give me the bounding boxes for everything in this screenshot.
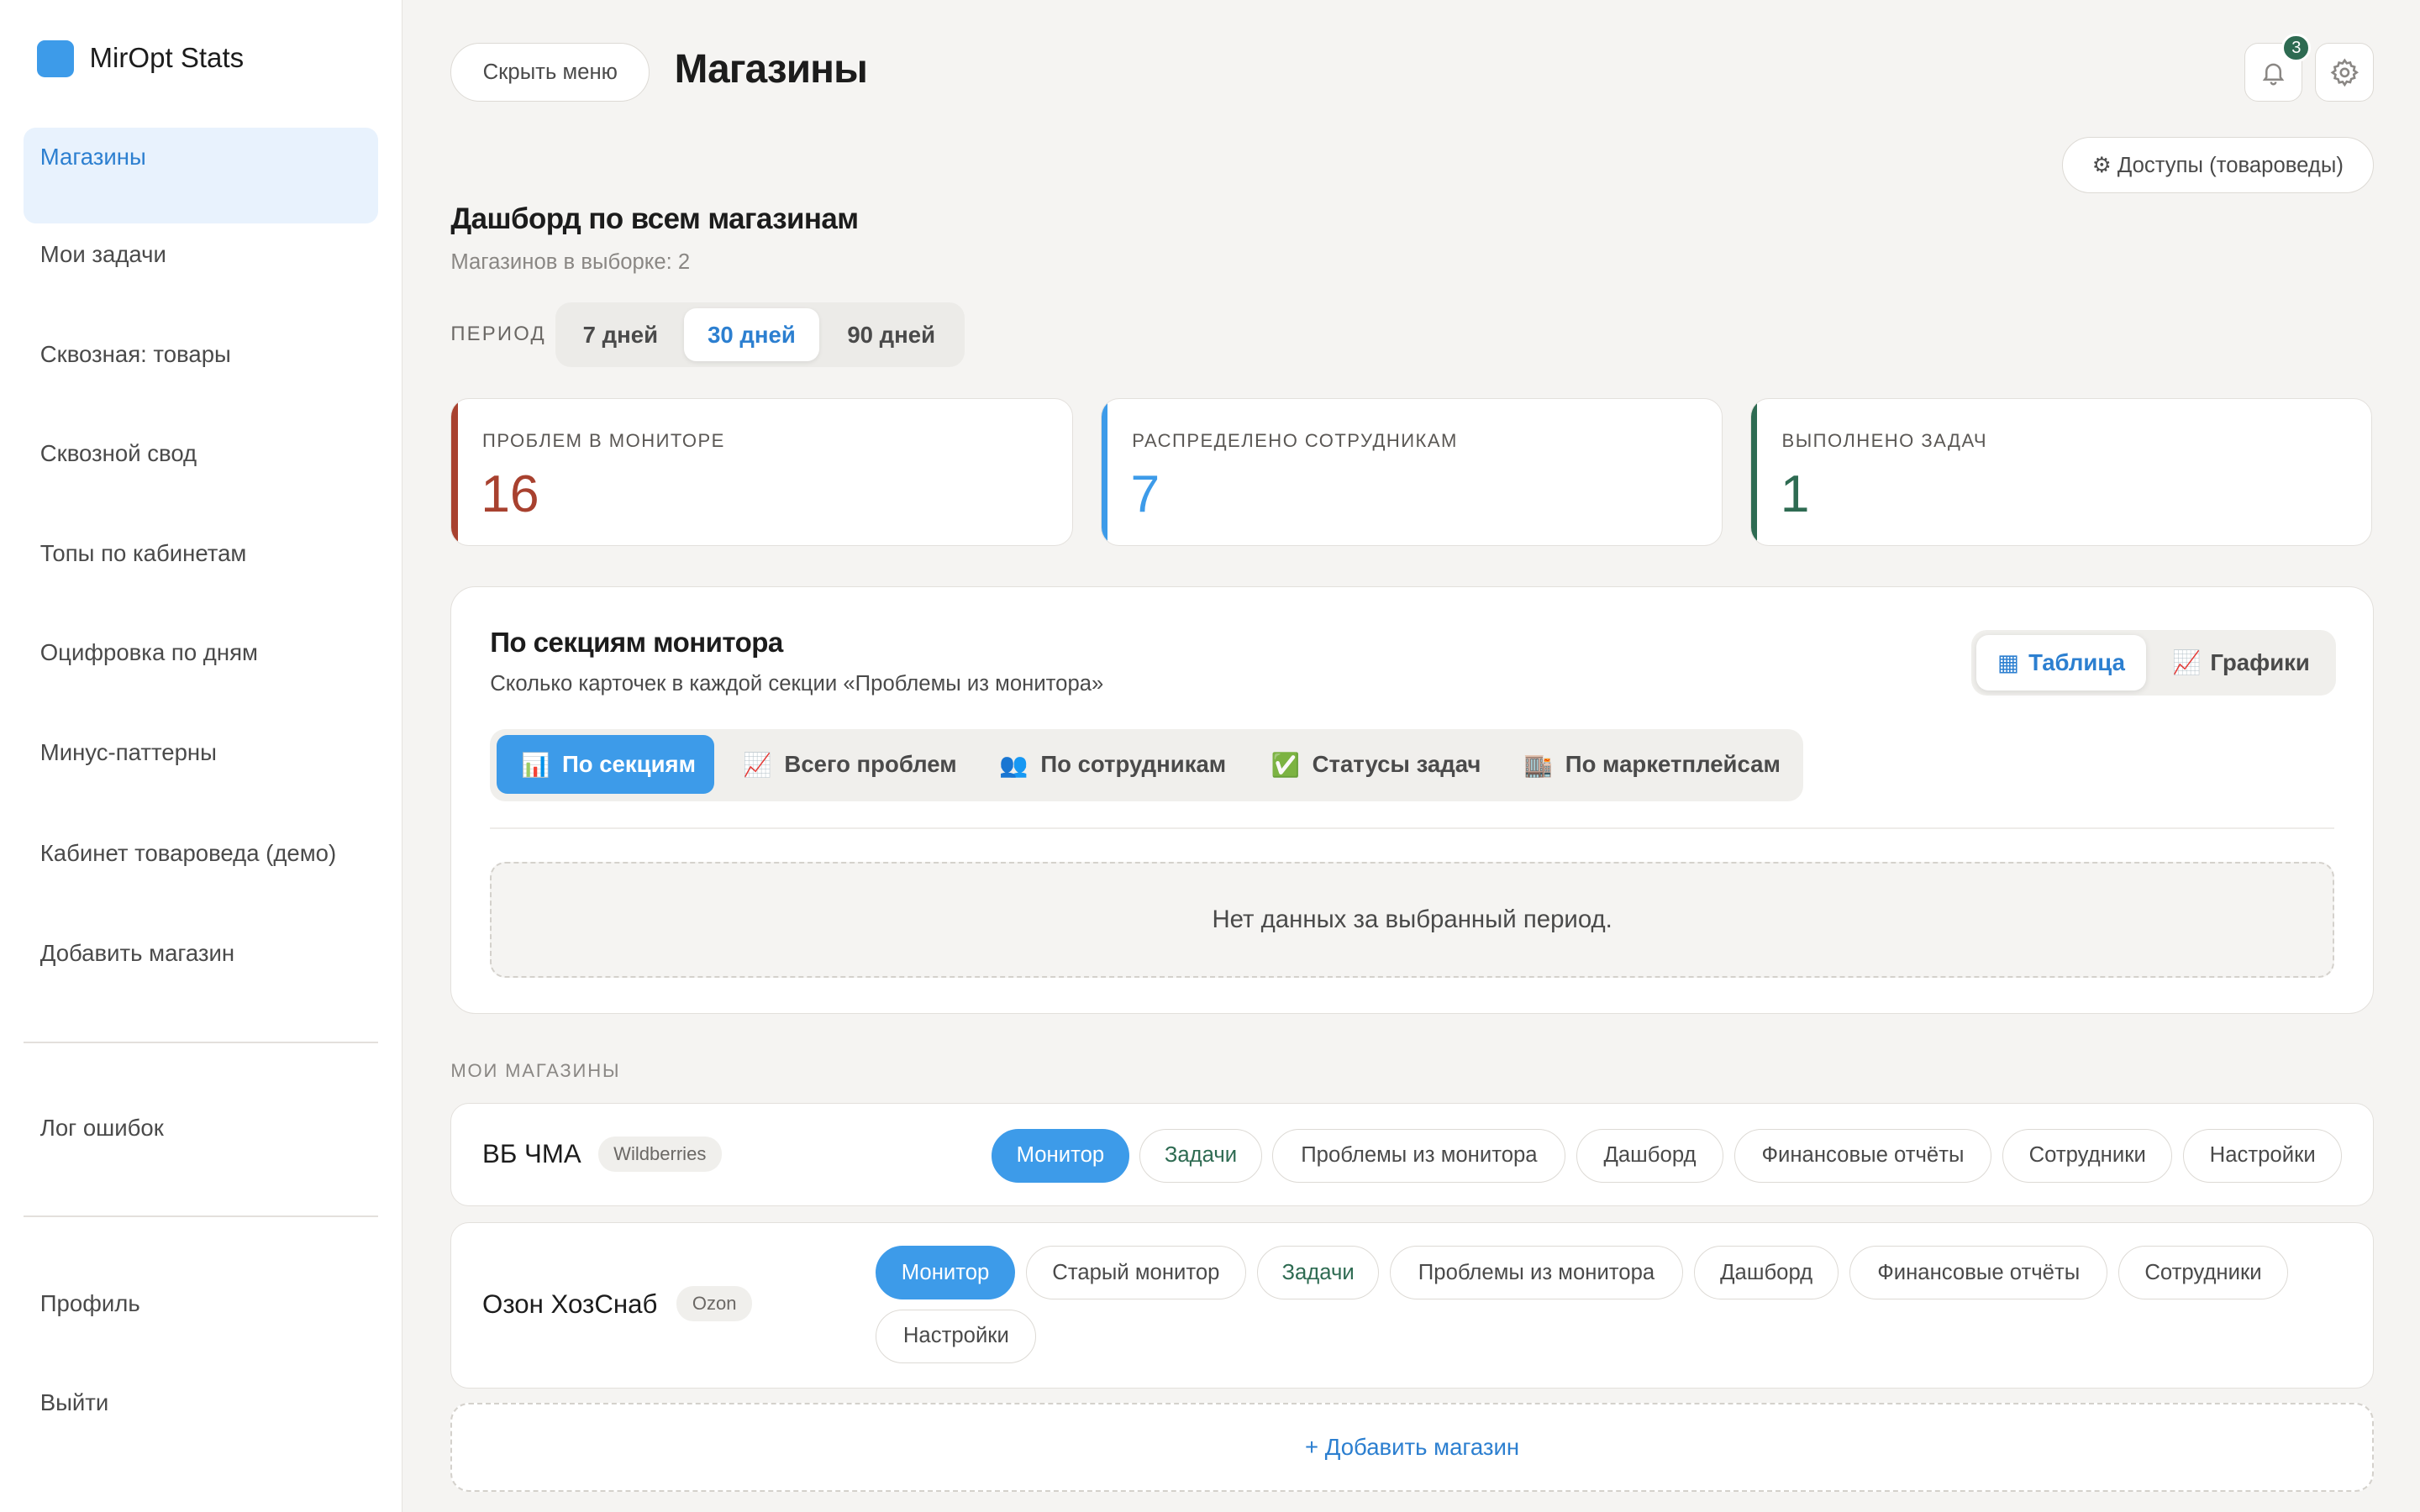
trend-icon: 📈	[743, 751, 772, 778]
notifications-button[interactable]: 3	[2244, 33, 2312, 102]
sidebar-item-my-tasks[interactable]: Мои задачи	[24, 207, 378, 302]
sidebar-divider	[23, 1041, 378, 1043]
stat-accent-bar	[451, 398, 458, 546]
shop-card-wb: ВБ ЧМА Wildberries Монитор Задачи Пробле…	[450, 1103, 2374, 1207]
logo-icon	[37, 39, 75, 77]
table-icon: ▦	[1997, 648, 2020, 675]
gear-icon	[2330, 58, 2359, 87]
tab-label: Статусы задач	[1312, 751, 1481, 778]
stat-value: 7	[1130, 465, 1160, 523]
shop-name: Озон ХозСнаб	[482, 1289, 658, 1319]
monitor-tabs: 📊 По секциям 📈 Всего проблем 👥 По сотруд…	[490, 728, 1805, 802]
sidebar-item-cross-summary[interactable]: Сквозной свод	[24, 406, 378, 501]
tab-label: По сотрудникам	[1040, 751, 1227, 778]
stat-card-problems: ПРОБЛЕМ В МОНИТОРЕ 16	[450, 397, 1073, 547]
tab-label: По маркетплейсам	[1565, 751, 1781, 778]
settings-button[interactable]	[2315, 43, 2374, 102]
empty-state: Нет данных за выбранный период.	[490, 861, 2335, 978]
view-toggle: ▦ Таблица 📈 Графики	[1971, 630, 2336, 696]
dashboard-subtitle: Магазинов в выборке: 2	[450, 249, 691, 274]
marketplace-tag: Ozon	[676, 1285, 752, 1322]
sidebar: MirOpt Stats Магазины Мои задачи Сквозна…	[0, 0, 403, 1512]
sidebar-item-minus-patterns[interactable]: Минус-паттерны	[24, 705, 378, 801]
tab-label: Всего проблем	[784, 751, 957, 778]
shop-name: ВБ ЧМА	[482, 1139, 581, 1169]
access-button[interactable]: ⚙ Доступы (товароведы)	[2061, 137, 2374, 193]
chart-icon: 📈	[2172, 649, 2202, 676]
stat-label: РАСПРЕДЕЛЕНО СОТРУДНИКАМ	[1132, 429, 1458, 451]
add-shop-button[interactable]: + Добавить магазин	[450, 1402, 2374, 1493]
sidebar-item-cross-products[interactable]: Сквозная: товары	[24, 307, 378, 403]
shop-settings-button[interactable]: Настройки	[876, 1309, 1037, 1363]
my-shops-label: МОИ МАГАЗИНЫ	[450, 1059, 621, 1081]
shop-dashboard-button[interactable]: Дашборд	[1576, 1128, 1723, 1183]
period-90-days[interactable]: 90 дней	[824, 308, 959, 360]
period-30-days[interactable]: 30 дней	[683, 308, 820, 361]
sidebar-item-tops[interactable]: Топы по кабинетам	[24, 506, 378, 601]
stat-label: ВЫПОЛНЕНО ЗАДАЧ	[1781, 429, 1988, 451]
sidebar-item-add-shop[interactable]: Добавить магазин	[24, 906, 378, 1001]
marketplace-tag: Wildberries	[597, 1136, 722, 1173]
sidebar-item-profile[interactable]: Профиль	[24, 1256, 378, 1352]
shop-settings-button[interactable]: Настройки	[2183, 1128, 2343, 1183]
panel-subtitle: Сколько карточек в каждой секции «Пробле…	[490, 671, 1104, 696]
shop-card-ozon: Озон ХозСнаб Ozon Монитор Старый монитор…	[450, 1221, 2374, 1389]
tab-by-employees[interactable]: 👥 По сотрудникам	[975, 735, 1251, 794]
app-name: MirOpt Stats	[89, 42, 245, 74]
brand[interactable]: MirOpt Stats	[37, 39, 245, 77]
dashboard-title: Дашборд по всем магазинам	[450, 202, 859, 235]
sidebar-item-daily[interactable]: Оцифровка по дням	[24, 605, 378, 701]
sidebar-divider	[23, 1215, 378, 1218]
tab-by-marketplaces[interactable]: 🏬 По маркетплейсам	[1499, 735, 1805, 794]
tab-by-sections[interactable]: 📊 По секциям	[496, 735, 714, 795]
monitor-sections-panel: По секциям монитора Сколько карточек в к…	[450, 585, 2374, 1014]
view-label: Графики	[2210, 648, 2310, 675]
panel-divider	[490, 827, 2335, 830]
check-icon: ✅	[1270, 751, 1300, 778]
stat-label: ПРОБЛЕМ В МОНИТОРЕ	[482, 429, 725, 451]
users-icon: 👥	[999, 751, 1028, 778]
stat-card-distributed: РАСПРЕДЕЛЕНО СОТРУДНИКАМ 7	[1100, 397, 1723, 547]
shop-employees-button[interactable]: Сотрудники	[2002, 1128, 2173, 1183]
tab-total-problems[interactable]: 📈 Всего проблем	[718, 735, 981, 794]
shop-tasks-button[interactable]: Задачи	[1139, 1128, 1262, 1183]
shop-problems-button[interactable]: Проблемы из монитора	[1272, 1128, 1566, 1183]
panel-title: По секциям монитора	[490, 627, 783, 659]
hide-menu-button[interactable]: Скрыть меню	[450, 43, 650, 102]
stat-card-completed: ВЫПОЛНЕНО ЗАДАЧ 1	[1749, 397, 2372, 547]
sidebar-item-merch-cabinet[interactable]: Кабинет товароведа (демо)	[24, 806, 378, 901]
period-selector: 7 дней 30 дней 90 дней	[555, 302, 965, 368]
shop-problems-button[interactable]: Проблемы из монитора	[1390, 1246, 1683, 1300]
stat-value: 1	[1780, 465, 1810, 523]
view-charts-button[interactable]: 📈 Графики	[2152, 635, 2329, 690]
shop-tasks-button[interactable]: Задачи	[1257, 1246, 1380, 1300]
store-icon: 🏬	[1523, 751, 1554, 778]
bell-icon	[2262, 63, 2285, 86]
stat-accent-bar	[1750, 398, 1758, 546]
view-table-button[interactable]: ▦ Таблица	[1975, 634, 2146, 690]
period-label: ПЕРИОД	[450, 322, 546, 345]
shop-finance-button[interactable]: Финансовые отчёты	[1733, 1128, 1992, 1183]
shop-dashboard-button[interactable]: Дашборд	[1693, 1246, 1839, 1300]
sidebar-item-logout[interactable]: Выйти	[24, 1355, 378, 1451]
shop-monitor-button[interactable]: Монитор	[876, 1246, 1015, 1300]
view-label: Таблица	[2028, 648, 2125, 675]
sidebar-item-error-log[interactable]: Лог ошибок	[24, 1080, 378, 1176]
notification-badge: 3	[2281, 33, 2312, 63]
page-title: Магазины	[674, 47, 868, 92]
stat-value: 16	[481, 465, 539, 523]
tab-task-statuses[interactable]: ✅ Статусы задач	[1246, 735, 1506, 794]
tab-label: По секциям	[561, 751, 696, 778]
stat-accent-bar	[1101, 398, 1107, 546]
shop-monitor-button[interactable]: Монитор	[992, 1128, 1129, 1183]
shop-finance-button[interactable]: Финансовые отчёты	[1849, 1246, 2108, 1300]
bar-chart-icon: 📊	[520, 751, 550, 778]
shop-old-monitor-button[interactable]: Старый монитор	[1025, 1246, 1247, 1300]
main-content: Скрыть меню Магазины 3 ⚙ Доступы (товаро…	[450, 0, 2374, 1512]
shop-employees-button[interactable]: Сотрудники	[2118, 1246, 2288, 1300]
period-7-days[interactable]: 7 дней	[562, 308, 680, 360]
